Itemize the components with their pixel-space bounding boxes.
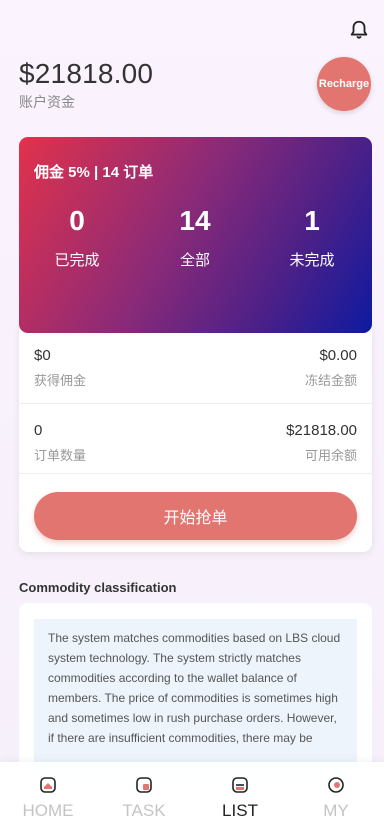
nav-list[interactable]: LIST [192,762,288,827]
orders-block: 0 订单数量 [34,422,86,464]
balance-label: 账户资金 [19,94,75,110]
nav-task[interactable]: TASK [96,762,192,827]
stat-pending-value: 1 [304,205,320,236]
available-block: $21818.00 可用余额 [286,422,357,464]
home-icon [40,777,56,793]
section-title: Commodity classification [19,580,177,595]
stat-pending: 1 未完成 [267,205,357,270]
orders-value: 0 [34,422,43,439]
stat-total: 14 全部 [150,205,240,270]
commission-label: 获得佣金 [34,373,87,388]
info-row-commission: $0 获得佣金 $0.00 冻结金额 [19,334,372,404]
start-grab-order-button[interactable]: 开始抢单 [34,492,357,540]
info-row-orders: 0 订单数量 $21818.00 可用余额 [19,404,372,474]
frozen-label: 冻结金额 [304,373,357,388]
nav-home-label: HOME [22,801,74,820]
stat-completed-value: 0 [69,205,85,236]
stat-pending-label: 未完成 [289,252,335,269]
stat-total-label: 全部 [179,252,210,269]
commission-value: $0 [34,347,51,364]
recharge-button[interactable]: Recharge [317,57,371,111]
profile-icon [328,777,344,793]
stats-card: 佣金 5% | 14 订单 0 已完成 14 全部 1 未完成 [19,137,372,333]
nav-list-label: LIST [222,801,258,820]
nav-my[interactable]: MY [288,762,384,827]
frozen-value: $0.00 [319,347,357,364]
list-icon [232,777,248,793]
nav-home[interactable]: HOME [0,762,96,827]
account-info-card: $0 获得佣金 $0.00 冻结金额 0 订单数量 $21818.00 可用余额… [19,320,372,552]
frozen-block: $0.00 冻结金额 [305,347,357,389]
task-icon [136,777,152,793]
stats-title: 佣金 5% | 14 订单 [34,164,154,181]
available-value: $21818.00 [286,422,357,439]
balance-section: $21818.00 账户资金 [19,58,153,112]
balance-amount: $21818.00 [19,58,154,89]
orders-label: 订单数量 [34,448,87,463]
description-text: The system matches commodities based on … [34,619,357,783]
commission-block: $0 获得佣金 [34,347,86,389]
bottom-nav: HOME TASK LIST MY [0,762,384,827]
stat-total-value: 14 [179,205,211,236]
stat-completed-label: 已完成 [54,252,100,269]
stat-completed: 0 已完成 [32,205,122,270]
nav-my-label: MY [323,801,349,820]
available-label: 可用余额 [304,448,357,463]
description-card: The system matches commodities based on … [19,603,372,783]
nav-task-label: TASK [122,801,166,820]
bell-icon[interactable] [348,18,370,42]
